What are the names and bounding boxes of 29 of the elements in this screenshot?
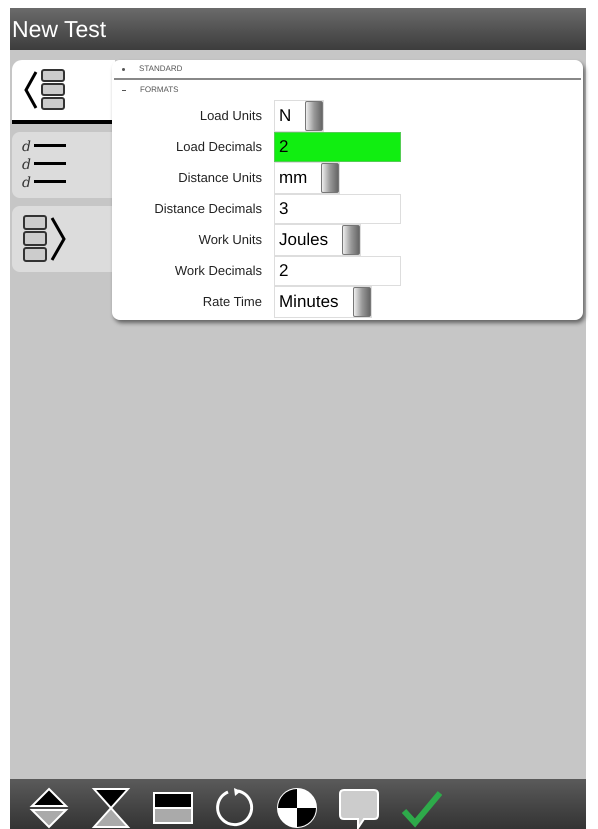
select-field[interactable]: N (274, 100, 324, 132)
side-tab[interactable] (12, 206, 115, 272)
select-knob[interactable] (305, 101, 324, 131)
select-knob[interactable] (321, 163, 340, 193)
field-label: Work Decimals (174, 262, 263, 280)
field-label: Load Decimals (175, 138, 263, 156)
raise-lower-icon[interactable] (28, 787, 70, 829)
field-label: Load Units (198, 107, 263, 126)
hourglass-icon[interactable] (90, 787, 132, 829)
section-header[interactable]: FORMATS (140, 84, 179, 96)
side-tab[interactable]: d d d (12, 132, 115, 198)
select-knob[interactable] (352, 287, 371, 317)
field-label: Work Units (198, 231, 263, 250)
input-field[interactable]: 2 (274, 132, 401, 162)
field-label: Distance Units (177, 169, 263, 188)
speech-bubble-icon[interactable] (338, 787, 380, 829)
field-label: Distance Decimals (153, 200, 263, 218)
refresh-icon[interactable] (214, 787, 256, 829)
input-field[interactable]: 3 (274, 194, 401, 224)
select-field[interactable]: Joules (274, 224, 362, 256)
select-field[interactable]: Minutes (274, 286, 372, 318)
section-header[interactable]: STANDARD (139, 63, 182, 75)
select-knob[interactable] (342, 225, 360, 255)
input-field[interactable]: 2 (274, 256, 401, 286)
window-title: New Test (12, 14, 106, 44)
select-field[interactable]: mm (274, 162, 340, 194)
field-label: Rate Time (202, 293, 263, 312)
target-icon[interactable] (276, 787, 318, 829)
side-tab[interactable] (12, 60, 115, 124)
